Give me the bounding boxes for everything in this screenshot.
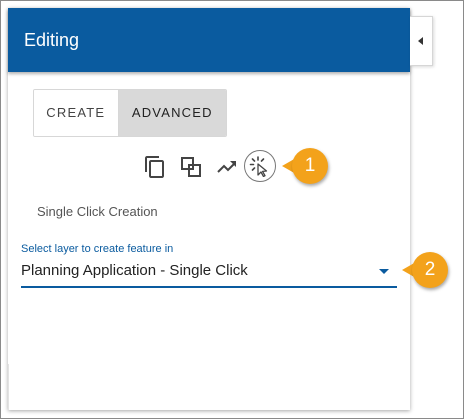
collapse-panel-button[interactable]: [410, 16, 433, 66]
layer-select-value: Planning Application - Single Click: [21, 262, 248, 279]
tab-advanced[interactable]: ADVANCED: [118, 90, 226, 136]
mode-tabs: CREATE ADVANCED: [33, 89, 227, 137]
single-click-icon: [249, 156, 268, 177]
single-click-tool-button[interactable]: [244, 150, 276, 182]
copy-icon[interactable]: [143, 155, 167, 179]
trend-icon[interactable]: [215, 155, 239, 179]
caret-down-icon: [379, 269, 389, 274]
layer-select[interactable]: Planning Application - Single Click: [21, 258, 397, 288]
tab-create[interactable]: CREATE: [34, 90, 119, 136]
divider: [8, 364, 9, 410]
panel-title: Editing: [24, 30, 80, 50]
callout-number: 1: [292, 148, 328, 184]
layer-select-label: Select layer to create feature in: [21, 243, 174, 255]
callout-number: 2: [412, 252, 448, 288]
panel-header: Editing: [8, 8, 410, 72]
section-title: Single Click Creation: [37, 204, 158, 219]
chevron-left-icon: [418, 37, 423, 45]
duplicate-icon[interactable]: [179, 155, 203, 179]
